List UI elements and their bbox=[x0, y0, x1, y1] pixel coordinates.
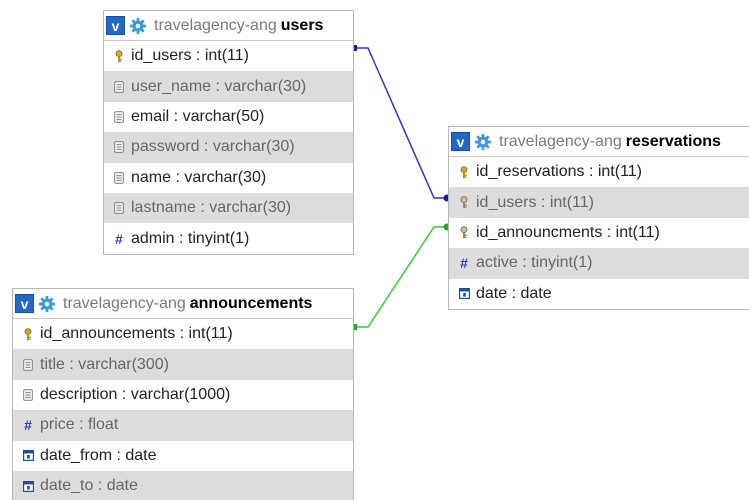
field-label: user_name : varchar(30) bbox=[131, 77, 307, 95]
field-label: id_reservations : int(11) bbox=[476, 163, 642, 181]
table-header-reservations[interactable]: v travelagency-ang reservations bbox=[449, 127, 749, 157]
text-field-icon bbox=[19, 358, 37, 371]
field-label: id_announcements : int(11) bbox=[40, 325, 233, 343]
field-label: price : float bbox=[40, 416, 119, 434]
table-reservations[interactable]: v travelagency-ang reservations id_reser… bbox=[448, 126, 749, 310]
date-field-icon bbox=[19, 450, 37, 462]
field-row[interactable]: password : varchar(30) bbox=[104, 132, 353, 163]
table-name: announcements bbox=[189, 294, 313, 312]
table-header-users[interactable]: v travelagency-ang users bbox=[104, 11, 353, 41]
text-field-icon bbox=[110, 80, 128, 93]
field-row[interactable]: description : varchar(1000) bbox=[13, 380, 353, 410]
field-row[interactable]: date : date bbox=[449, 279, 749, 309]
date-field-icon bbox=[455, 288, 473, 300]
field-label: id_users : int(11) bbox=[476, 193, 594, 211]
gear-icon[interactable] bbox=[38, 295, 56, 313]
field-row[interactable]: id_users : int(11) bbox=[104, 41, 353, 71]
designer-canvas: v travelagency-ang users id_users: int(… bbox=[0, 0, 749, 500]
text-field-icon bbox=[110, 202, 128, 215]
table-title: travelagency-ang reservations bbox=[499, 133, 721, 151]
field-row[interactable]: # admin : tinyint(1) bbox=[104, 223, 353, 253]
field-row[interactable]: id_reservations : int(11) bbox=[449, 157, 749, 187]
field-row[interactable]: id_users : int(11) bbox=[449, 187, 749, 218]
table-announcements[interactable]: v travelagency-ang announcements id_anno… bbox=[12, 288, 354, 500]
field-row[interactable]: # active : tinyint(1) bbox=[449, 248, 749, 279]
database-name: travelagency-ang bbox=[154, 16, 277, 34]
field-label: lastname : varchar(30) bbox=[131, 199, 292, 217]
field-row[interactable]: name : varchar(30) bbox=[104, 163, 353, 193]
field-list: id_reservations : int(11) id_users : int(… bbox=[449, 157, 749, 309]
toggle-view-button[interactable]: v bbox=[451, 132, 470, 151]
key-icon bbox=[455, 196, 473, 209]
field-label: description : varchar(1000) bbox=[40, 385, 231, 403]
field-row[interactable]: date_to : date bbox=[13, 470, 353, 500]
field-label: id_announcments : int(11) bbox=[476, 223, 660, 241]
field-row[interactable]: # price : float bbox=[13, 410, 353, 441]
field-list: id_announcements : int(11) title : varcha… bbox=[13, 319, 353, 500]
field-row[interactable]: lastname : varchar(30) bbox=[104, 192, 353, 224]
primary-key-icon bbox=[19, 327, 37, 341]
number-field-icon: # bbox=[24, 417, 32, 434]
table-header-announcements[interactable]: v travelagency-ang announcements bbox=[13, 289, 353, 319]
text-field-icon bbox=[110, 171, 128, 184]
table-title: travelagency-ang users bbox=[154, 17, 323, 35]
database-name: travelagency-ang bbox=[499, 132, 622, 150]
primary-key-icon bbox=[110, 49, 128, 63]
gear-icon[interactable] bbox=[474, 133, 492, 151]
field-label: id_users : int(11) bbox=[131, 47, 249, 65]
relation-line-announcements-reservations bbox=[354, 226, 448, 328]
database-name: travelagency-ang bbox=[63, 294, 186, 312]
field-list: id_users : int(11) user_name : varchar(30… bbox=[104, 41, 353, 254]
field-row[interactable]: email : varchar(50) bbox=[104, 102, 353, 132]
key-icon bbox=[455, 226, 473, 239]
date-field-icon bbox=[19, 480, 37, 492]
field-label: email : varchar(50) bbox=[131, 107, 265, 125]
primary-key-icon bbox=[455, 165, 473, 179]
toggle-view-button[interactable]: v bbox=[15, 294, 34, 313]
text-field-icon bbox=[110, 111, 128, 123]
text-field-icon bbox=[110, 141, 128, 154]
field-label: date : date bbox=[476, 284, 552, 302]
table-name: users bbox=[280, 16, 324, 34]
field-label: date_from : date bbox=[40, 446, 157, 464]
field-row[interactable]: id_announcements : int(11) bbox=[13, 319, 353, 349]
field-label: admin : tinyint(1) bbox=[131, 229, 250, 247]
field-label: date_to : date bbox=[40, 477, 138, 495]
table-name: reservations bbox=[625, 132, 721, 150]
field-row[interactable]: id_announcments : int(11) bbox=[449, 218, 749, 248]
table-users[interactable]: v travelagency-ang users id_users: int(… bbox=[103, 10, 354, 255]
field-row[interactable]: date_from : date bbox=[13, 441, 353, 471]
relation-line-users-reservations bbox=[354, 47, 448, 199]
gear-icon[interactable] bbox=[129, 17, 147, 35]
field-label: title : varchar(300) bbox=[40, 355, 169, 373]
field-label: name : varchar(30) bbox=[131, 168, 267, 186]
field-row[interactable]: title : varchar(300) bbox=[13, 349, 353, 380]
field-label: password : varchar(30) bbox=[131, 138, 295, 156]
number-field-icon: # bbox=[460, 255, 468, 272]
field-label: active : tinyint(1) bbox=[476, 254, 593, 272]
toggle-view-button[interactable]: v bbox=[106, 16, 125, 35]
table-title: travelagency-ang announcements bbox=[63, 295, 312, 313]
number-field-icon: # bbox=[115, 230, 123, 247]
text-field-icon bbox=[19, 389, 37, 401]
field-row[interactable]: user_name : varchar(30) bbox=[104, 71, 353, 102]
